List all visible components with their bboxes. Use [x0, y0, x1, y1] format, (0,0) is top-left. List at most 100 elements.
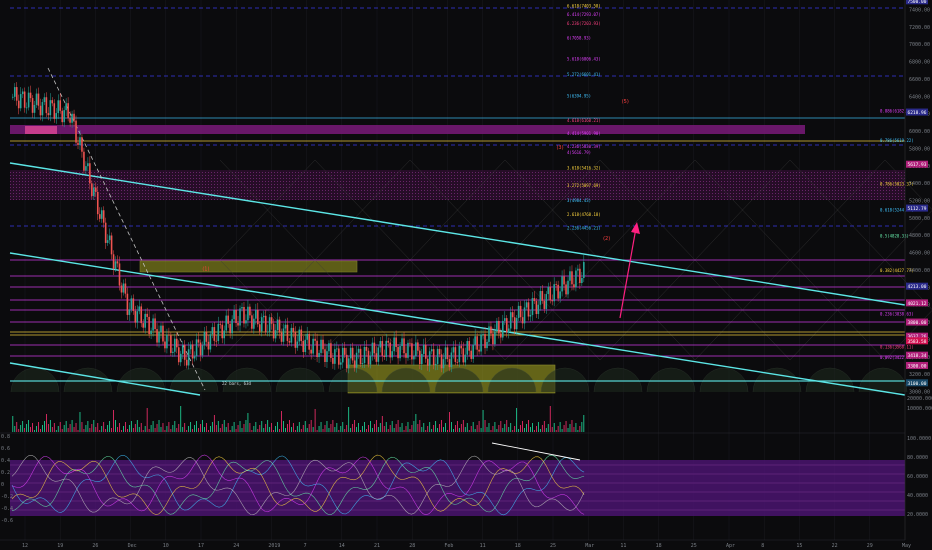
candle-body — [91, 183, 93, 196]
candle-body — [63, 110, 65, 123]
candle-body — [102, 210, 105, 223]
candle-body — [227, 315, 229, 324]
price-tick-label: 7200.00 — [909, 25, 930, 31]
candle-body — [480, 334, 482, 352]
candle-body — [551, 300, 554, 302]
candle-body — [577, 268, 579, 271]
candle-body — [302, 340, 305, 353]
candle-body — [314, 338, 316, 341]
candle-body — [152, 318, 154, 331]
price-badge-text: 6218.96 — [908, 110, 927, 116]
candle-body — [318, 352, 320, 358]
candle-body — [128, 309, 131, 315]
candle-body — [464, 354, 467, 363]
price-badge: 7500.00 — [906, 0, 928, 5]
candle-body — [45, 97, 48, 114]
candle-body — [440, 354, 443, 369]
candle-body — [272, 323, 275, 339]
time-tick-label: 8 — [761, 543, 764, 549]
candle-body — [87, 163, 89, 167]
price-chart[interactable]: 6.618(7403.58) 6.414(7293.07) 6.236(7203.9… — [0, 0, 932, 550]
candle-body — [525, 302, 528, 308]
candle-body — [543, 300, 546, 309]
candle-body — [462, 348, 465, 363]
candle-body — [428, 351, 431, 366]
candle-body — [211, 327, 214, 335]
candle-body — [13, 87, 16, 97]
candle-body — [41, 102, 44, 116]
candle-body — [108, 235, 111, 241]
candle-body — [581, 278, 583, 283]
candle-body — [373, 342, 376, 354]
candle-body — [205, 331, 208, 342]
candle-body — [130, 298, 133, 310]
price-badge-text: 4213.00 — [908, 284, 927, 290]
candle-body — [363, 346, 366, 364]
candle-body — [379, 341, 382, 348]
candle-body — [19, 94, 22, 109]
candle-body — [282, 328, 285, 342]
candle-body — [187, 349, 190, 366]
price-badge: 3300.00 — [906, 361, 928, 369]
candle-body — [541, 291, 544, 301]
candle-body — [361, 363, 364, 364]
fib-label: 4.414(5901.90) — [567, 131, 601, 136]
candle-body — [144, 313, 146, 328]
candle-body — [531, 298, 534, 315]
price-tick-label: 5800.00 — [909, 146, 930, 152]
candle-body — [369, 355, 372, 365]
candle-body — [112, 254, 115, 270]
candle-body — [438, 348, 441, 355]
candle-body — [172, 351, 174, 353]
price-badge: 4021.12 — [906, 299, 928, 307]
candle-body — [158, 332, 160, 343]
candle-body — [468, 341, 471, 351]
candle-body — [496, 320, 498, 332]
candle-body — [492, 333, 494, 345]
candle-body — [326, 351, 328, 363]
price-tick-label: 4400.00 — [909, 268, 930, 274]
candle-body — [65, 103, 67, 111]
candle-body — [324, 349, 326, 363]
candle-body — [328, 343, 330, 352]
candle-body — [71, 113, 73, 123]
osc-right-tick: 60.0000 — [907, 474, 928, 480]
candle-body — [31, 98, 34, 113]
price-tick-label: 6000.00 — [909, 129, 930, 135]
candle-body — [67, 103, 69, 119]
candle-body — [17, 100, 20, 109]
candle-body — [458, 345, 461, 363]
candle-body — [338, 348, 340, 365]
candle-body — [98, 214, 101, 219]
fib-label: 5.272(6601.41) — [567, 72, 601, 77]
candle-body — [355, 352, 358, 368]
candle-body — [39, 105, 42, 116]
price-tick-label: 7000.00 — [909, 42, 930, 48]
candle-body — [262, 315, 265, 318]
candle-body — [316, 340, 318, 358]
fib-label: 6.236(7203.93) — [567, 21, 601, 26]
candle-body — [294, 332, 297, 348]
candle-body — [387, 340, 390, 343]
osc-left-tick: -0.4 — [1, 506, 13, 512]
candle-body — [533, 298, 536, 301]
candle-body — [162, 325, 164, 342]
time-tick-label: 22 — [832, 543, 838, 549]
candle-body — [126, 293, 129, 315]
candle-body — [253, 318, 255, 329]
candle-body — [69, 118, 71, 123]
magenta-band-top — [10, 125, 805, 134]
candle-body — [476, 336, 478, 350]
candle-body — [454, 347, 457, 362]
candle-body — [177, 347, 180, 363]
candle-body — [371, 342, 374, 356]
candle-body — [502, 320, 504, 338]
candle-body — [51, 100, 54, 104]
osc-left-tick: 0.2 — [1, 470, 10, 476]
candle-body — [389, 342, 391, 358]
right-fib-label: 0.136(3568.11) — [880, 345, 914, 350]
candle-body — [193, 356, 196, 359]
osc-left-tick: 0.6 — [1, 446, 10, 452]
candle-body — [567, 280, 569, 295]
candle-body — [264, 315, 267, 333]
